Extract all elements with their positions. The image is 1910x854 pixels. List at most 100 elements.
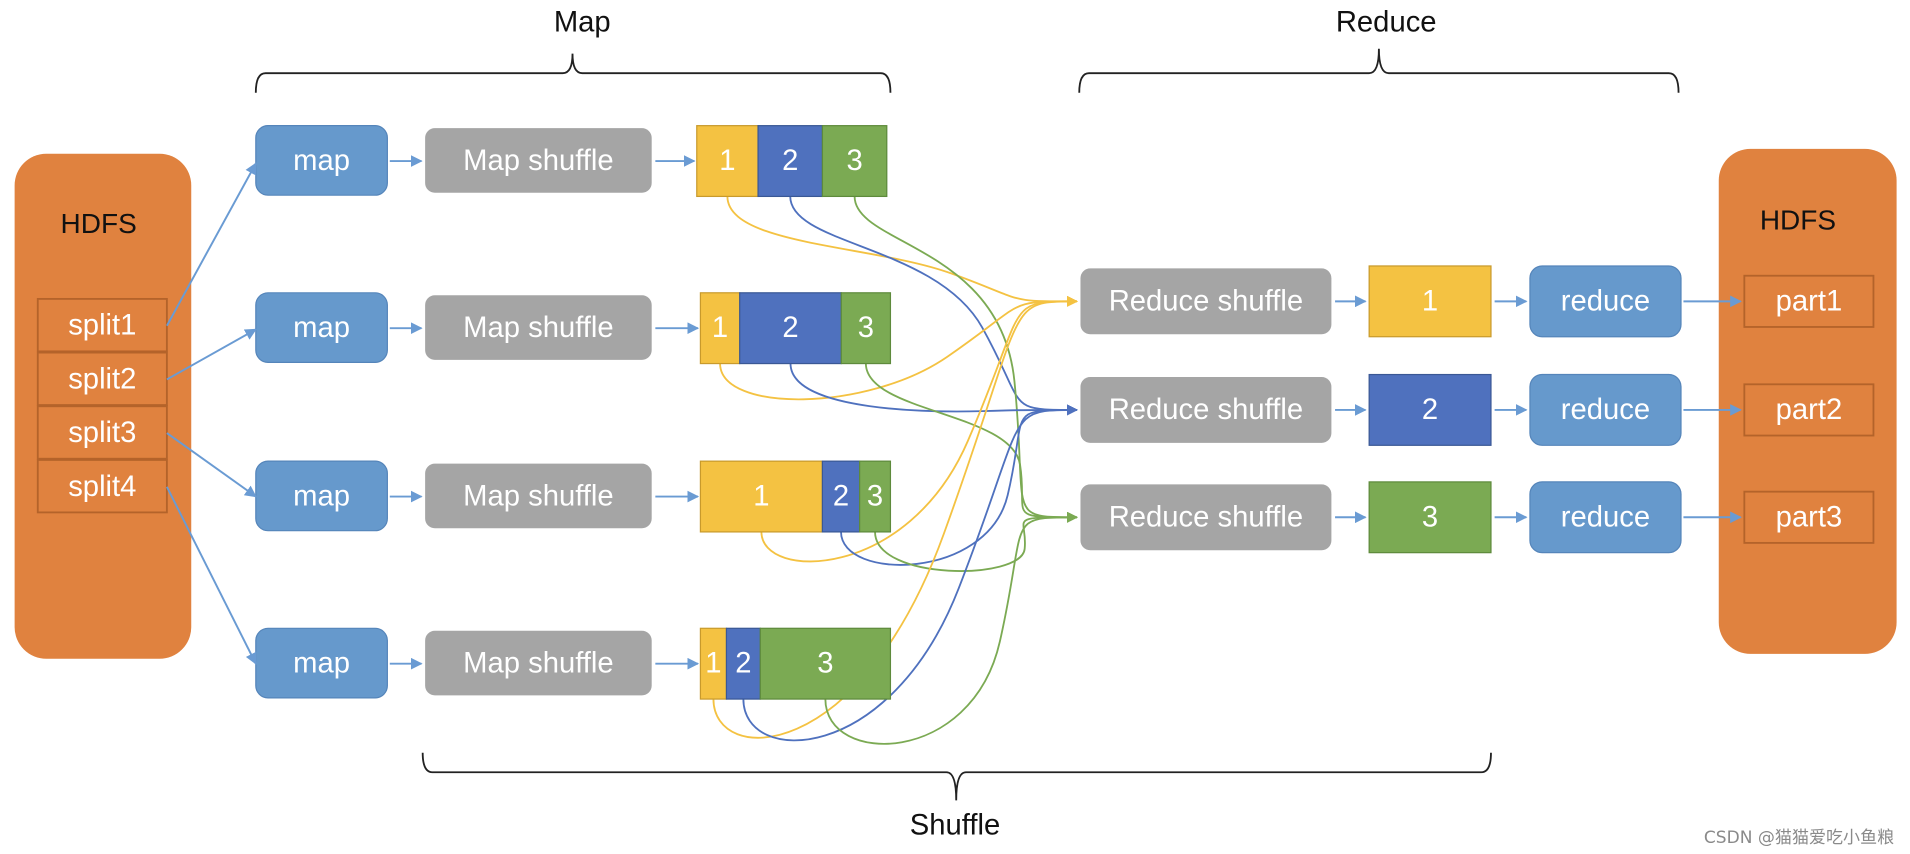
reduce-row: Reduce shuffle 3 reduce part3 xyxy=(1080,481,1875,554)
map-row: map Map shuffle 1 2 3 xyxy=(255,292,892,365)
output-hdfs-title: HDFS xyxy=(1760,204,1836,235)
partition-2: 2 xyxy=(821,460,861,533)
map-shuffle-label: Map shuffle xyxy=(463,145,614,177)
map-label: map xyxy=(293,481,350,513)
reduce-section: Reduce xyxy=(1078,7,1680,93)
mapreduce-diagram: Map Reduce Shuffle HDFS split1split2spli… xyxy=(14,7,1897,848)
reduce-bracket xyxy=(1078,48,1680,93)
shuffle-curve-part-3 xyxy=(864,363,1078,523)
split-2[interactable]: split2 xyxy=(36,351,168,406)
map-task[interactable]: map xyxy=(255,627,388,699)
reduce-partition: 1 xyxy=(1368,265,1492,338)
partition-1: 1 xyxy=(699,627,728,700)
partition-label: 3 xyxy=(867,481,883,513)
map-section: Map xyxy=(254,7,892,93)
partition-2: 2 xyxy=(725,627,761,700)
reduce-shuffle[interactable]: Reduce shuffle xyxy=(1080,268,1332,335)
reduce-shuffle-label: Reduce shuffle xyxy=(1109,394,1303,426)
reduce-label: reduce xyxy=(1561,394,1650,426)
partition-label: 1 xyxy=(719,145,735,177)
reduce-row: Reduce shuffle 2 reduce part2 xyxy=(1080,373,1875,446)
shuffle-section-label: Shuffle xyxy=(910,809,1000,841)
input-hdfs-title: HDFS xyxy=(61,208,137,239)
partition-label: 3 xyxy=(817,648,833,680)
partition-label: 2 xyxy=(833,481,849,513)
partition-2: 2 xyxy=(739,292,842,365)
partition-3: 3 xyxy=(840,292,892,365)
split-label: split1 xyxy=(68,310,136,342)
reduce-rows: Reduce shuffle 1 reduce part1Reduce shuffle… xyxy=(1080,265,1875,554)
shuffle-curve-part-1 xyxy=(726,196,1078,307)
partition-label: 1 xyxy=(1422,285,1438,317)
partition-buffer: 12 3 xyxy=(699,627,892,700)
partition-1: 1 xyxy=(699,460,823,533)
map-section-label: Map xyxy=(554,7,611,39)
reduce-shuffle[interactable]: Reduce shuffle xyxy=(1080,484,1332,551)
split-1[interactable]: split1 xyxy=(36,297,168,353)
map-row: map Map shuffle 1 2 3 xyxy=(255,125,888,198)
map-row: map Map shuffle 1 2 3 xyxy=(255,460,892,533)
partition-label: 3 xyxy=(858,312,874,344)
partition-label: 1 xyxy=(705,648,721,680)
output-part1[interactable]: part1 xyxy=(1743,274,1875,328)
partition-2: 2 xyxy=(757,125,824,198)
reduce-partition: 2 xyxy=(1368,373,1492,446)
partition-buffer: 1 2 3 xyxy=(696,125,888,198)
partition-label: 2 xyxy=(782,145,798,177)
shuffle-curve-part-2 xyxy=(789,363,1078,416)
partition-label: 1 xyxy=(712,312,728,344)
partition-label: 2 xyxy=(735,648,751,680)
input-hdfs: HDFS split1 split2 split3 split4 xyxy=(14,153,192,659)
split-list: split1 split2 split3 split4 xyxy=(36,297,168,514)
reduce-row: Reduce shuffle 1 reduce part1 xyxy=(1080,265,1875,338)
map-row: map Map shuffle 1 2 3 xyxy=(255,627,892,700)
map-label: map xyxy=(293,145,350,177)
split-label: split3 xyxy=(68,417,136,449)
split-label: split4 xyxy=(68,471,136,503)
split-4[interactable]: split4 xyxy=(36,459,168,514)
map-shuffle-label: Map shuffle xyxy=(463,481,614,513)
partition-label: 2 xyxy=(1422,394,1438,426)
partition-label: 3 xyxy=(1422,501,1438,533)
output-label: part2 xyxy=(1776,394,1843,426)
reduce-task[interactable]: reduce xyxy=(1529,373,1682,446)
reduce-task[interactable]: reduce xyxy=(1529,481,1682,554)
output-part2[interactable]: part2 xyxy=(1743,383,1875,437)
map-shuffle[interactable]: Map shuffle xyxy=(425,630,652,696)
map-shuffle[interactable]: Map shuffle xyxy=(425,295,652,360)
partition-buffer: 1 23 xyxy=(699,460,892,533)
reduce-label: reduce xyxy=(1561,285,1650,317)
reduce-task[interactable]: reduce xyxy=(1529,265,1682,338)
map-shuffle[interactable]: Map shuffle xyxy=(425,128,652,193)
reduce-shuffle-label: Reduce shuffle xyxy=(1109,285,1303,317)
map-label: map xyxy=(293,312,350,344)
map-label: map xyxy=(293,648,350,680)
partition-1: 1 xyxy=(696,125,759,198)
partition-3: 3 xyxy=(821,125,888,198)
partition-1: 1 xyxy=(699,292,741,365)
partition-3: 3 xyxy=(759,627,892,700)
output-part3[interactable]: part3 xyxy=(1743,490,1875,544)
partition-label: 3 xyxy=(846,145,862,177)
map-task[interactable]: map xyxy=(255,460,388,532)
reduce-shuffle[interactable]: Reduce shuffle xyxy=(1080,376,1332,443)
partition-3: 3 xyxy=(859,460,892,533)
shuffle-bracket xyxy=(421,752,1492,801)
reduce-partition: 3 xyxy=(1368,481,1492,554)
map-shuffle[interactable]: Map shuffle xyxy=(425,463,652,529)
partition-label: 2 xyxy=(782,312,798,344)
watermark: CSDN @猫猫爱吃小鱼粮 xyxy=(1704,828,1894,848)
partition-label: 1 xyxy=(753,481,769,513)
map-task[interactable]: map xyxy=(255,125,388,196)
reduce-shuffle-label: Reduce shuffle xyxy=(1109,501,1303,533)
split-3[interactable]: split3 xyxy=(36,405,168,460)
map-task[interactable]: map xyxy=(255,292,388,363)
output-label: part1 xyxy=(1776,285,1843,317)
partition-buffer: 1 2 3 xyxy=(699,292,892,365)
map-shuffle-label: Map shuffle xyxy=(463,648,614,680)
map-shuffle-label: Map shuffle xyxy=(463,312,614,344)
split-label: split2 xyxy=(68,363,136,395)
map-bracket xyxy=(254,53,892,93)
reduce-section-label: Reduce xyxy=(1336,7,1437,39)
reduce-label: reduce xyxy=(1561,501,1650,533)
